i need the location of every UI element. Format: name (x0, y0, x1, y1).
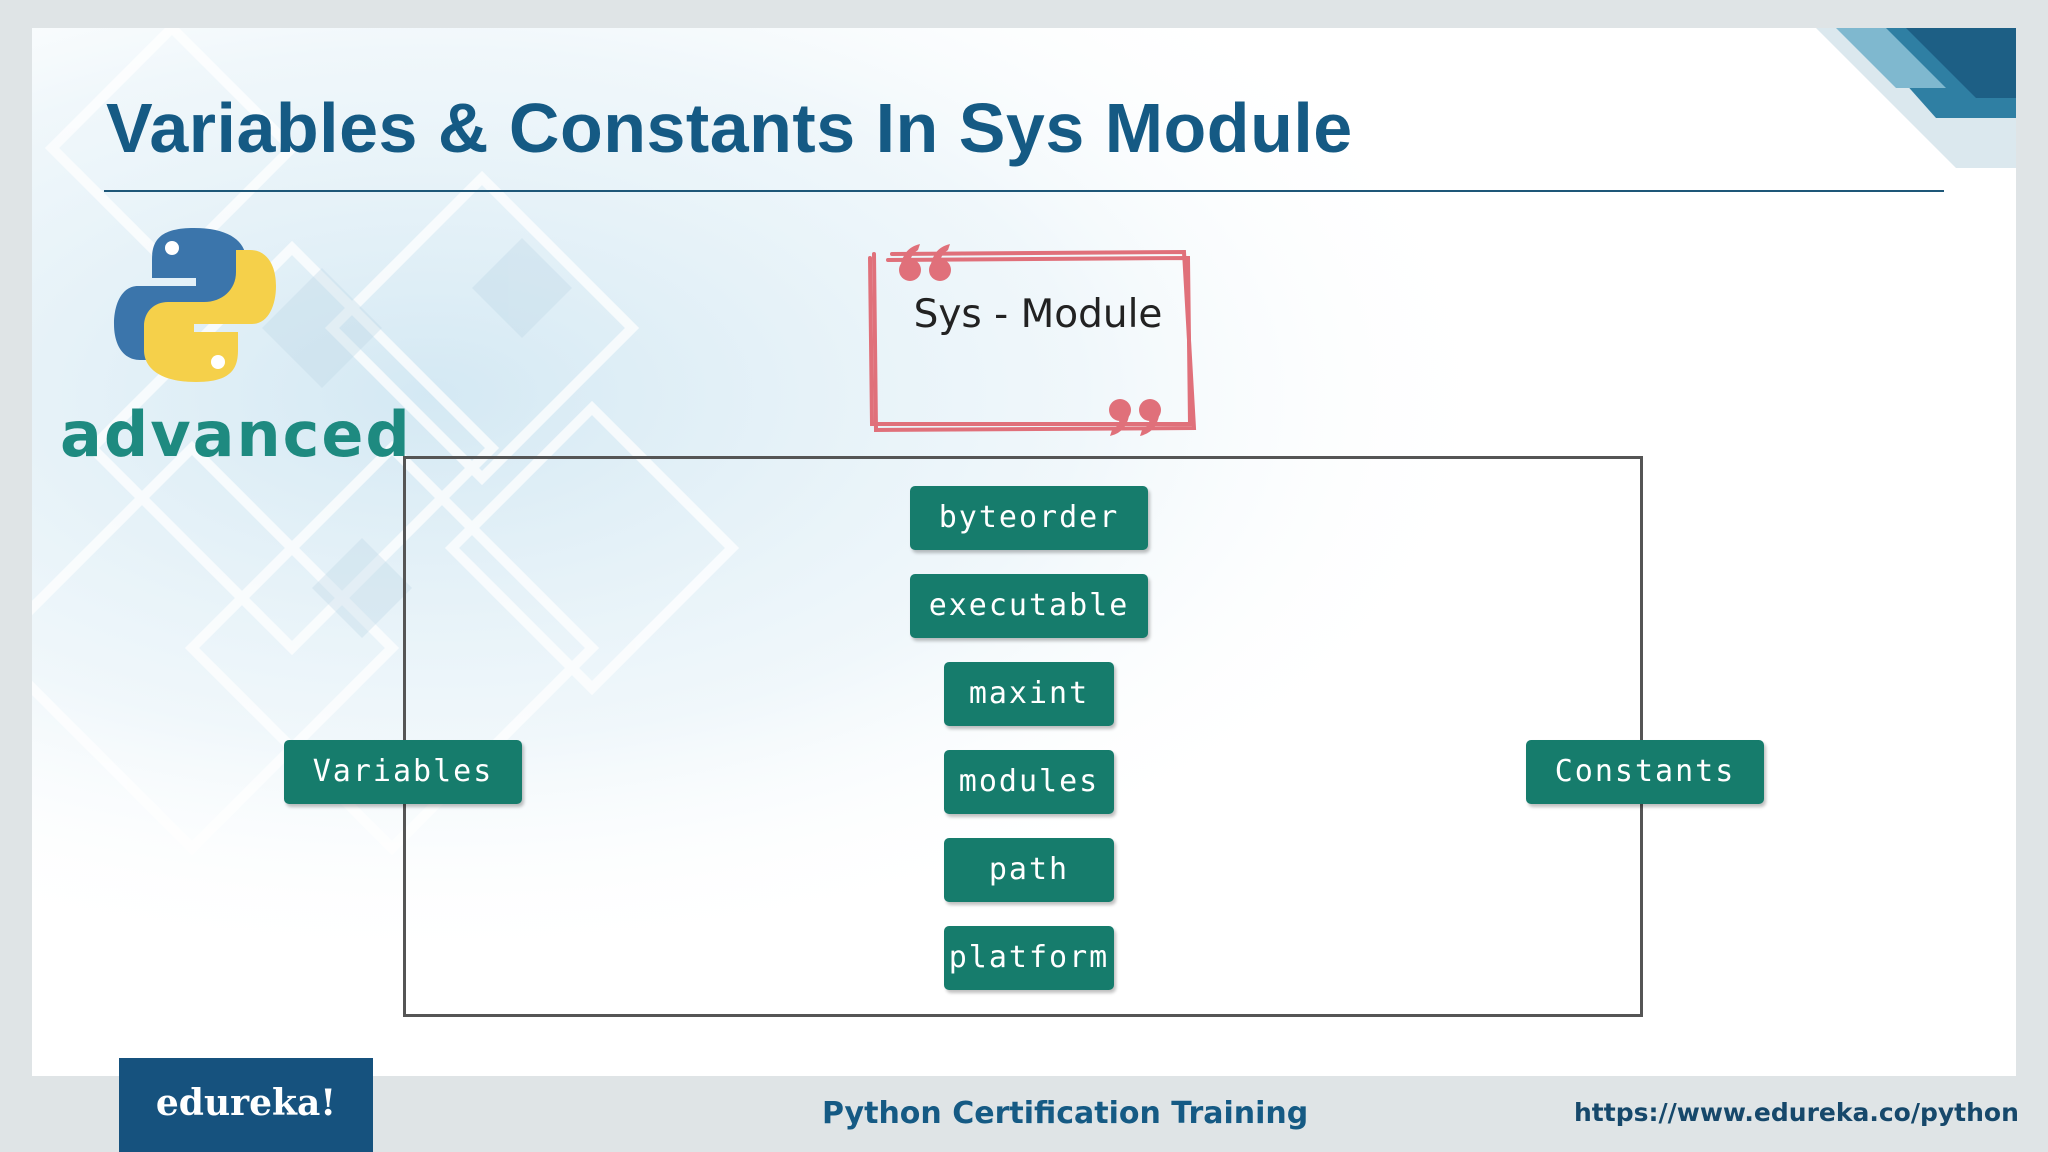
close-quote-icon (1109, 399, 1161, 436)
corner-decoration (1816, 28, 2016, 168)
constants-node: Constants (1526, 740, 1764, 804)
python-logo-icon (114, 228, 276, 382)
brand-word: advanced (60, 398, 412, 471)
quote-frame (868, 244, 1197, 436)
slide: Variables & Constants In Sys Module adva… (32, 28, 2016, 1076)
item-maxint: maxint (944, 662, 1114, 726)
quote-label: Sys - Module (913, 292, 1163, 337)
course-url[interactable]: https://www.edureka.co/python (1574, 1098, 2019, 1127)
title-divider (104, 190, 1944, 192)
item-byteorder: byteorder (910, 486, 1148, 550)
variables-node: Variables (284, 740, 522, 804)
item-path: path (944, 838, 1114, 902)
edureka-logo-text: edureka! (155, 1082, 337, 1124)
course-name: Python Certification Training (822, 1096, 1309, 1131)
item-platform: platform (944, 926, 1114, 990)
item-modules: modules (944, 750, 1114, 814)
item-executable: executable (910, 574, 1148, 638)
slide-title: Variables & Constants In Sys Module (106, 89, 1353, 167)
